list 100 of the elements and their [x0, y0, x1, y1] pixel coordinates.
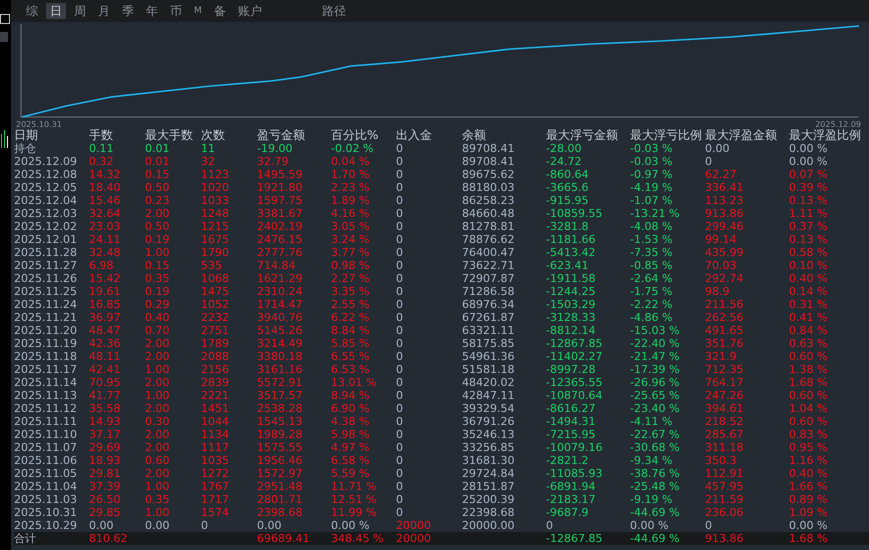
table-cell-text: 0 — [396, 259, 404, 272]
tab[interactable]: 日 — [46, 3, 66, 19]
table-cell-text: 247.26 — [705, 389, 744, 402]
table-cell-text: 0 — [396, 506, 404, 519]
table-cell-text: 0.35 — [145, 493, 170, 506]
table-cell-text: 0.01 — [145, 155, 170, 168]
table-cell-text: 0.70 — [145, 324, 170, 337]
tab[interactable]: 月 — [94, 3, 114, 19]
table-cell-text: 714.84 — [257, 259, 296, 272]
table-cell-text: 2398.68 — [257, 506, 304, 519]
table-cell-text: 76400.47 — [462, 246, 516, 259]
table-cell-text: 5.98 % — [331, 428, 370, 441]
table-cell-text: 0.84 % — [789, 324, 828, 337]
table-cell-text: 2232 — [201, 311, 230, 324]
tab[interactable]: 备 — [210, 3, 230, 19]
table-cell-text: 2.00 — [145, 467, 170, 480]
table-cell-text: 1.00 — [145, 246, 170, 259]
table-cell-text: 0.11 — [89, 142, 114, 155]
table-cell-text: -1244.25 — [546, 285, 596, 298]
table-cell-text: 0 — [396, 298, 404, 311]
tab[interactable]: M — [190, 3, 206, 19]
table-cell-text: 0.32 — [89, 155, 114, 168]
table-cell-text: -12867.85 — [546, 532, 604, 545]
tab[interactable]: 周 — [70, 3, 90, 19]
table-cell-text: 1020 — [201, 181, 230, 194]
table-cell-text: 99.14 — [705, 233, 738, 246]
table-cell-text: 0 — [396, 246, 404, 259]
table-cell-text: -25.48 % — [630, 480, 680, 493]
table-cell-text: 0.13 % — [789, 194, 828, 207]
table-cell-text: 12.51 % — [331, 493, 378, 506]
table-cell-text: 6.55 % — [331, 350, 370, 363]
table-cell-text: -10859.55 — [546, 207, 604, 220]
table-cell-text: -22.67 % — [630, 428, 680, 441]
column-header: 最大手数 — [145, 129, 194, 142]
table-cell-text: 0.15 — [145, 168, 170, 181]
table-cell-text: 285.67 — [705, 428, 744, 441]
table-cell-text: 3.24 % — [331, 233, 370, 246]
table-cell-text: 2025.11.25 — [14, 285, 78, 298]
table-cell-text: 0 — [396, 142, 404, 155]
table-cell-text: 0.00 — [705, 142, 730, 155]
table-cell-text: 3517.57 — [257, 389, 304, 402]
table-cell-text: 0.07 % — [789, 168, 828, 181]
table-cell-text: 236.06 — [705, 506, 744, 519]
table-cell-text: 14.32 — [89, 168, 122, 181]
table-cell-text: -0.03 % — [630, 142, 674, 155]
table-cell-text: 0.00 — [145, 519, 170, 532]
table-cell-text: 112.91 — [705, 467, 744, 480]
table-cell-text: 48420.02 — [462, 376, 516, 389]
table-cell-text: 48.11 — [89, 350, 122, 363]
bars-drawing — [0, 130, 10, 148]
table-cell-text: 2.00 — [145, 337, 170, 350]
table-cell-text: 0 — [396, 337, 404, 350]
table-cell-text: -860.64 — [546, 168, 590, 181]
table-cell-text: -28.00 — [546, 142, 582, 155]
tab[interactable]: 季 — [118, 3, 138, 19]
table-cell-text: 491.65 — [705, 324, 744, 337]
tile-icon[interactable] — [0, 32, 8, 42]
table-cell-text: 0 — [396, 272, 404, 285]
table-cell-text: 2402.19 — [257, 220, 304, 233]
table-cell-text: 0.89 % — [789, 493, 828, 506]
table-cell-text: 535 — [201, 259, 223, 272]
table-cell-text: 11 — [201, 142, 216, 155]
window-icon[interactable] — [0, 14, 10, 24]
table-cell-text: 113.23 — [705, 194, 744, 207]
table-cell-text: 1.00 — [145, 506, 170, 519]
table-cell-text: 0.00 — [89, 519, 114, 532]
table-cell-text: 0.41 % — [789, 311, 828, 324]
table-cell-text: 2025.11.03 — [14, 493, 78, 506]
table-cell-text: -1503.29 — [546, 298, 596, 311]
table-cell-text: 19.61 — [89, 285, 122, 298]
tab[interactable]: 账户 — [234, 3, 266, 19]
table-cell-text: 2.00 — [145, 207, 170, 220]
table-cell-text: 1.00 — [145, 363, 170, 376]
table-cell-text: 78876.62 — [462, 233, 516, 246]
table-cell-text: 764.17 — [705, 376, 744, 389]
table-cell-text: 2538.28 — [257, 402, 304, 415]
table-cell-text: -13.21 % — [630, 207, 680, 220]
tab[interactable]: 路径 — [318, 3, 350, 19]
table-cell-text: -12867.85 — [546, 337, 604, 350]
table-cell-text: 2310.24 — [257, 285, 304, 298]
table-cell-text: 0.14 % — [789, 285, 828, 298]
table-cell-text: 0.31 % — [789, 298, 828, 311]
table-cell-text: 2025.12.08 — [14, 168, 78, 181]
table-cell-text: 3161.16 — [257, 363, 304, 376]
tab[interactable]: 币 — [166, 3, 186, 19]
table-cell-text: -3665.6 — [546, 181, 590, 194]
table-cell-text: 5572.91 — [257, 376, 304, 389]
table-cell-text: 23.03 — [89, 220, 122, 233]
table-cell-text: 63321.11 — [462, 324, 516, 337]
table-cell-text: 0 — [396, 233, 404, 246]
table-cell-text: -8997.28 — [546, 363, 596, 376]
table-cell-text: 1215 — [201, 220, 230, 233]
table-cell-text: 72907.87 — [462, 272, 516, 285]
table-cell-text: 8.94 % — [331, 389, 370, 402]
tab[interactable]: 年 — [142, 3, 162, 19]
table-cell-text: 89675.62 — [462, 168, 516, 181]
table-cell-text: 2025.11.04 — [14, 480, 78, 493]
tab[interactable]: 综 — [22, 3, 42, 19]
table-cell-text: -2.22 % — [630, 298, 674, 311]
table-cell-text: -1.53 % — [630, 233, 674, 246]
